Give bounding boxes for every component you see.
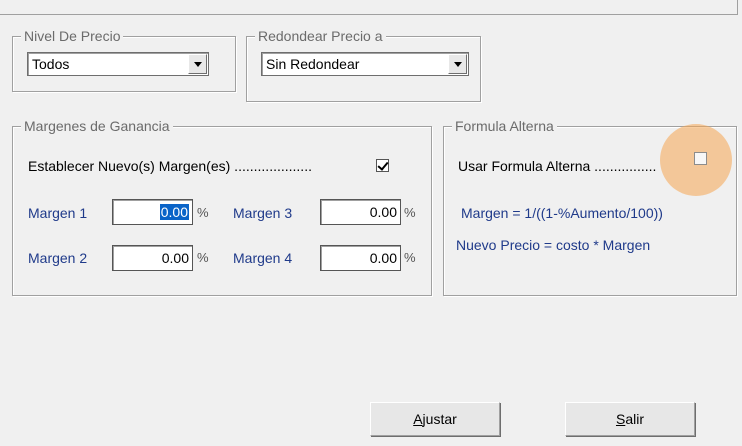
ajustar-mnemonic: A (413, 411, 423, 427)
redondear-select[interactable]: Sin Redondear (261, 52, 469, 76)
margen1-label: Margen 1 (28, 205, 88, 221)
formula-legend: Formula Alterna (452, 118, 557, 134)
margen3-suffix: % (404, 205, 416, 220)
margen4-value: 0.00 (369, 250, 397, 266)
margen4-label: Margen 4 (233, 250, 293, 266)
chevron-down-icon[interactable] (448, 54, 467, 74)
margen3-value: 0.00 (369, 204, 397, 220)
formula-line1: Margen = 1/((1-%Aumento/100)) (461, 205, 663, 221)
margen2-value: 0.00 (161, 250, 189, 266)
nivel-precio-legend: Nivel De Precio (21, 28, 124, 44)
formula-line2: Nuevo Precio = costo * Margen (456, 237, 651, 253)
margen1-suffix: % (197, 205, 209, 220)
margenes-group: Margenes de Ganancia Establecer Nuevo(s)… (12, 118, 432, 296)
margen3-label: Margen 3 (233, 205, 293, 221)
usar-formula-label: Usar Formula Alterna ................ (458, 158, 657, 174)
margen4-input[interactable]: 0.00 (320, 245, 401, 271)
margen2-label: Margen 2 (28, 250, 88, 266)
redondear-legend: Redondear Precio a (255, 28, 386, 44)
margen4-suffix: % (404, 250, 416, 265)
nivel-precio-group: Nivel De Precio Todos (12, 28, 236, 92)
ajustar-button[interactable]: Ajustar (370, 402, 500, 436)
redondear-value: Sin Redondear (266, 56, 360, 72)
ajustar-label: justar (422, 411, 457, 427)
margen3-input[interactable]: 0.00 (320, 199, 401, 225)
redondear-group: Redondear Precio a Sin Redondear (246, 28, 481, 102)
margen2-input[interactable]: 0.00 (112, 245, 193, 271)
margenes-legend: Margenes de Ganancia (21, 118, 173, 134)
nivel-precio-select[interactable]: Todos (27, 52, 209, 76)
salir-button[interactable]: Salir (565, 402, 695, 436)
nivel-precio-value: Todos (32, 56, 70, 72)
establecer-checkbox[interactable] (376, 159, 389, 172)
margen1-input[interactable]: 0.00 (112, 199, 193, 225)
salir-label: alir (625, 411, 644, 427)
usar-formula-checkbox[interactable] (694, 152, 707, 165)
establecer-label: Establecer Nuevo(s) Margen(es) .........… (28, 158, 312, 174)
margen1-value: 0.00 (159, 204, 189, 220)
top-panel (0, 0, 738, 15)
salir-mnemonic: S (615, 411, 626, 427)
chevron-down-icon[interactable] (188, 54, 207, 74)
margen2-suffix: % (197, 250, 209, 265)
